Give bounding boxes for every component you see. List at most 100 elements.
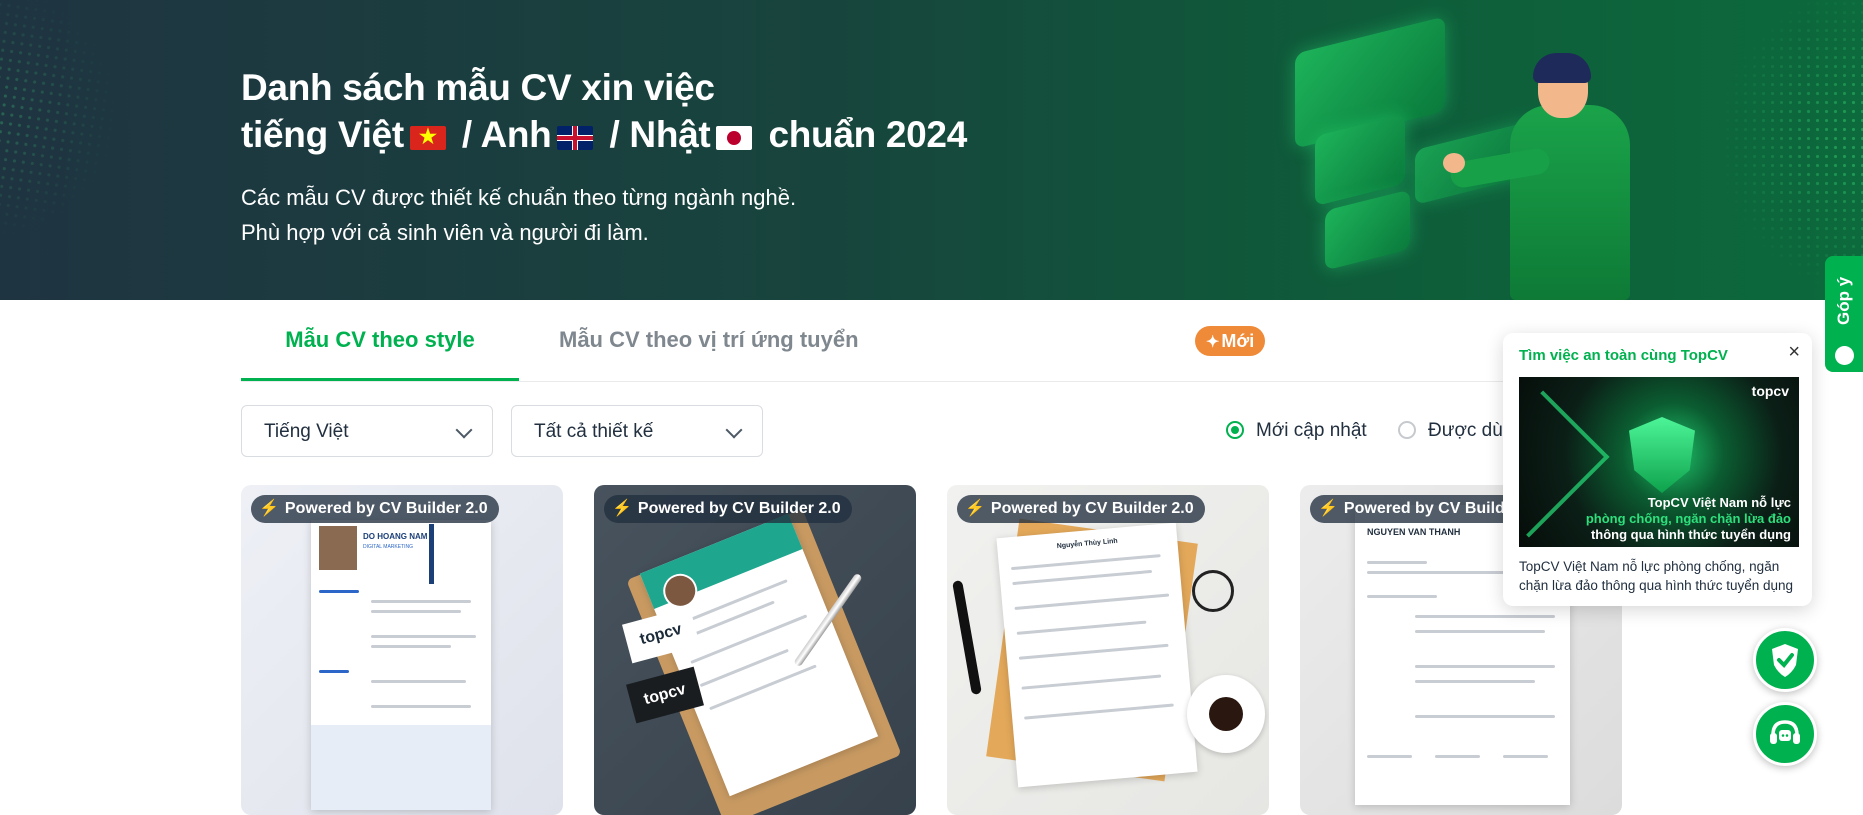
topcv-logo: topcv [638, 620, 684, 649]
chat-bubble-icon [1835, 346, 1854, 365]
cv-line [371, 645, 451, 648]
title-sep: / [461, 114, 472, 155]
cv-line [1018, 643, 1169, 660]
cv-line [1367, 595, 1437, 598]
headset-icon [1756, 705, 1814, 763]
tab-by-style[interactable]: Mẫu CV theo style [241, 315, 519, 381]
cv-line [1016, 620, 1147, 635]
shield-check-icon [1756, 631, 1814, 689]
illus-person [1510, 105, 1630, 300]
sort-radio-label: Mới cập nhật [1256, 420, 1367, 441]
cv-name: Nguyễn Thùy Linh [1056, 537, 1119, 551]
promo-image-line2: phòng chống, ngăn chặn lừa đảo [1585, 511, 1791, 526]
subtitle-line1: Các mẫu CV được thiết kế chuẩn theo từng… [241, 185, 797, 210]
title-year: chuẩn 2024 [768, 114, 967, 155]
title-line1: Danh sách mẫu CV xin việc [241, 67, 715, 108]
cv-name: DO HOANG NAM [363, 532, 428, 541]
title-en: Anh [480, 114, 552, 155]
cv-line [1503, 755, 1548, 758]
cv-line [1415, 715, 1555, 718]
illus-hair [1533, 53, 1591, 83]
cv-line [319, 590, 359, 593]
cv-line [1415, 680, 1535, 683]
cv-line [319, 670, 349, 673]
close-icon[interactable]: × [1788, 341, 1800, 364]
cv-builder-badge: ⚡ Powered by CV Builder 2.0 [604, 495, 852, 523]
cv-template-card[interactable]: Nguyễn Thùy Linh ⚡ Powered by CV Builder … [947, 485, 1269, 815]
tab-by-position[interactable]: Mẫu CV theo vị trí ứng tuyển ✦ Mới [559, 315, 1266, 379]
glasses [1192, 570, 1234, 612]
cv-line [1012, 569, 1153, 586]
chevron-down-icon [725, 421, 743, 439]
hero-subtitle: Các mẫu CV được thiết kế chuẩn theo từng… [241, 180, 796, 250]
cv-line [690, 614, 808, 664]
cv-line [1367, 561, 1427, 564]
language-select-value: Tiếng Việt [264, 421, 349, 442]
cv-builder-badge-label: Powered by CV Builder 2.0 [637, 500, 841, 517]
chevron-down-icon [455, 421, 473, 439]
shield-lock-icon [1629, 417, 1695, 493]
vietnam-flag-icon [409, 126, 446, 150]
cv-line [1021, 674, 1162, 690]
cv-line [371, 705, 471, 708]
cv-builder-badge-label: Powered by CV Builder 2.0 [990, 500, 1194, 517]
cv-photo [319, 526, 357, 570]
lightning-icon: ⚡ [1318, 500, 1338, 517]
cv-line [1415, 615, 1555, 618]
cv-line [371, 680, 466, 683]
cv-line [371, 600, 471, 603]
cv-template-card[interactable]: topcv topcv ⚡ Powered by CV Builder 2.0 [594, 485, 916, 815]
cv-builder-badge: ⚡ Powered by CV Builder 2.0 [957, 495, 1205, 523]
cv-line [1415, 665, 1555, 668]
design-select[interactable]: Tất cả thiết kế [511, 405, 763, 457]
cv-builder-badge-label: Powered by CV Builder 2.0 [284, 500, 488, 517]
cv-line [371, 610, 461, 613]
cv-line [1014, 593, 1170, 610]
sort-radio-label: Được dù [1428, 420, 1503, 441]
title-vi: tiếng Việt [241, 114, 404, 155]
title-sep: / [609, 114, 620, 155]
new-badge-label: Mới [1221, 331, 1255, 351]
topcv-logo: topcv [1751, 383, 1789, 399]
cv-line [1011, 554, 1161, 571]
pen [952, 580, 982, 695]
cv-line [709, 664, 817, 711]
cv-line [371, 635, 476, 638]
promo-image-line3: thông qua hình thức tuyển dụng [1590, 527, 1791, 542]
cv-template-card[interactable]: DO HOANG NAM DIGITAL MARKETING ⚡ Powered … [241, 485, 563, 815]
feedback-tab[interactable]: Góp ý [1825, 256, 1863, 372]
lightning-icon: ⚡ [612, 500, 632, 517]
cv-role: DIGITAL MARKETING [363, 544, 414, 550]
feedback-label: Góp ý [1834, 276, 1853, 326]
language-select[interactable]: Tiếng Việt [241, 405, 493, 457]
cv-footer-block [311, 725, 491, 810]
cv-builder-badge: ⚡ Powered by CV Builder 2.0 [251, 495, 499, 523]
cv-line [1415, 630, 1545, 633]
topcv-logo: topcv [642, 680, 688, 709]
page-title: Danh sách mẫu CV xin việc tiếng Việt / A… [241, 64, 967, 158]
support-chat-button[interactable] [1753, 702, 1817, 766]
uk-flag-icon [557, 126, 594, 150]
new-badge: ✦ Mới [1195, 326, 1266, 356]
cv-template-grid: DO HOANG NAM DIGITAL MARKETING ⚡ Powered … [241, 485, 1622, 815]
subtitle-line2: Phù hợp với cả sinh viên và người đi làm… [241, 220, 649, 245]
sparkle-icon: ✦ [1206, 334, 1220, 351]
design-select-value: Tất cả thiết kế [534, 421, 654, 442]
template-tabs: Mẫu CV theo style Mẫu CV theo vị trí ứng… [241, 315, 1521, 382]
promo-image-line1: TopCV Việt Nam nỗ lực [1647, 495, 1791, 510]
cv-line [1024, 703, 1174, 720]
title-jp: Nhật [629, 114, 711, 155]
cv-accent-bar [429, 524, 434, 584]
hero-banner: Danh sách mẫu CV xin việc tiếng Việt / A… [0, 0, 1863, 300]
promo-title: Tìm việc an toàn cùng TopCV [1519, 347, 1728, 364]
hero-illustration [1255, 16, 1635, 300]
cv-name: NGUYEN VAN THANH [1367, 527, 1461, 537]
cv-line [1367, 755, 1412, 758]
lightning-icon: ⚡ [259, 500, 279, 517]
cv-line [1435, 755, 1480, 758]
japan-flag-icon [716, 126, 753, 150]
safety-promo-popup: Tìm việc an toàn cùng TopCV × topcv TopC… [1503, 333, 1812, 606]
tab-by-position-label: Mẫu CV theo vị trí ứng tuyển [559, 327, 859, 352]
safety-shield-button[interactable] [1753, 628, 1817, 692]
promo-image[interactable]: topcv TopCV Việt Nam nỗ lực phòng chống,… [1519, 377, 1799, 547]
